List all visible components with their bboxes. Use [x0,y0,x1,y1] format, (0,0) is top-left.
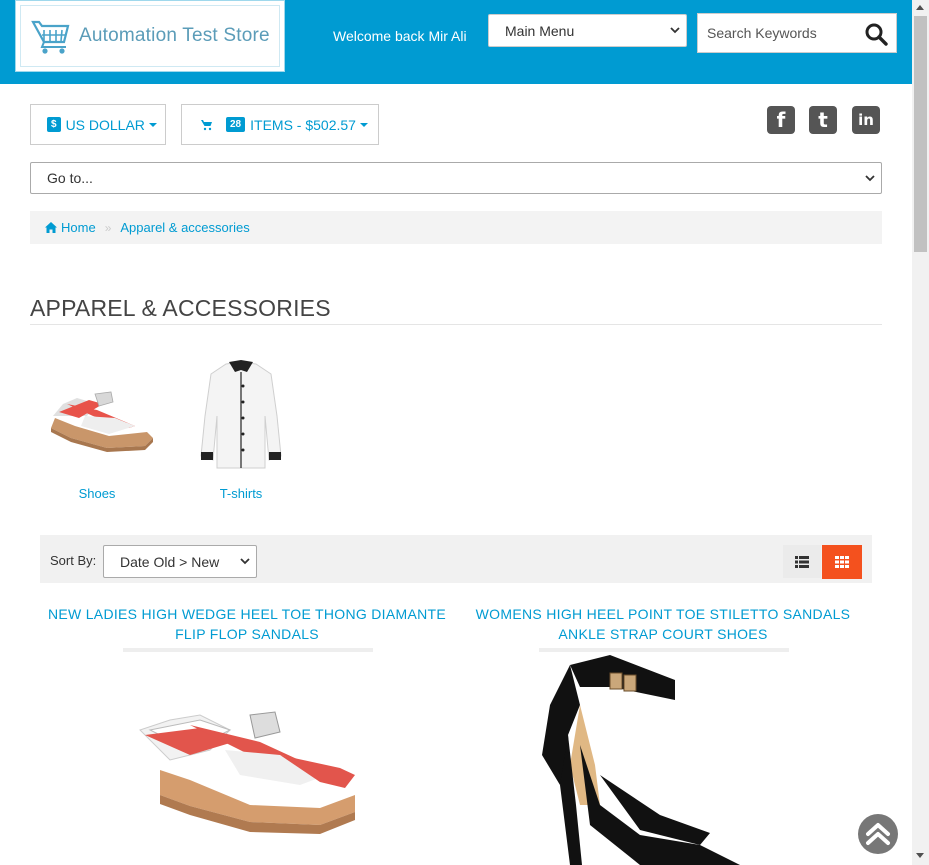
sort-by-label: Sort By: [50,553,97,568]
scroll-up-arrow-icon[interactable] [916,5,924,10]
chevron-down-icon [670,27,680,34]
list-view-button[interactable] [783,545,821,578]
main-menu-select[interactable]: Main Menu [488,14,687,47]
currency-label: US DOLLAR [65,116,145,133]
list-view-icon [795,555,809,568]
product-title-link[interactable]: WOMENS HIGH HEEL POINT TOE STILETTO SAND… [463,604,863,644]
goto-label: Go to... [47,170,93,186]
back-to-top-button[interactable] [858,814,898,854]
search-box [697,13,897,53]
grid-view-button[interactable] [822,545,862,579]
title-divider [30,324,882,325]
product-title-link[interactable]: NEW LADIES HIGH WEDGE HEEL TOE THONG DIA… [47,604,447,644]
product-image[interactable] [130,700,370,850]
product-divider [123,648,373,652]
linkedin-icon[interactable]: in [852,106,880,134]
currency-dropdown[interactable]: $ US DOLLAR [30,104,166,145]
breadcrumb-separator-icon: » [104,220,112,235]
cart-total-label: ITEMS - $502.57 [250,116,356,133]
tshirts-thumbnail[interactable] [181,356,301,476]
store-logo[interactable]: Automation Test Store [15,0,285,72]
search-input[interactable] [707,25,857,41]
goto-select[interactable]: Go to... [30,162,882,194]
welcome-message[interactable]: Welcome back Mir Ali [333,28,467,44]
chevron-up-icon [866,823,890,845]
chevron-down-icon [240,558,250,565]
breadcrumb-home-link[interactable]: Home [61,220,96,235]
subcategory-shoes-label[interactable]: Shoes [37,486,157,501]
currency-symbol-badge: $ [47,117,61,132]
subcategory-tshirts-label[interactable]: T-shirts [181,486,301,501]
caret-down-icon [359,122,368,127]
product-title-line: FLIP FLOP SANDALS [175,626,319,642]
cart-icon [201,119,212,130]
shoes-thumbnail[interactable] [37,356,157,476]
main-menu-label: Main Menu [505,22,575,39]
product-title-line: WOMENS HIGH HEEL POINT TOE STILETTO SAND… [475,606,851,622]
wedge-sandal-image [51,391,153,452]
cart-dropdown[interactable]: 28 ITEMS - $502.57 [181,104,379,145]
sort-select[interactable]: Date Old > New [103,545,257,578]
facebook-icon[interactable]: f [767,106,795,134]
cart-count-badge: 28 [226,117,246,132]
product-image[interactable] [540,655,780,865]
site-header: Automation Test Store Welcome back Mir A… [0,0,912,84]
page-scrollbar[interactable] [912,0,929,865]
subcategory-tshirts[interactable]: T-shirts [181,356,301,501]
chevron-down-icon [865,175,875,182]
breadcrumb-current-link[interactable]: Apparel & accessories [120,220,249,235]
twitter-icon[interactable]: t [809,106,837,134]
product-title-line: ANKLE STRAP COURT SHOES [558,626,768,642]
sort-selected-value: Date Old > New [120,553,220,570]
page-title: APPAREL & ACCESSORIES [30,295,331,321]
grid-view-icon [835,556,849,568]
home-icon [45,222,57,233]
breadcrumb: Home » Apparel & accessories [30,211,882,244]
shopping-cart-logo-icon [31,20,70,54]
sort-toolbar: Sort By: Date Old > New [40,535,872,583]
shirt-image [200,360,282,469]
store-name: Automation Test Store [79,25,270,46]
product-title-line: NEW LADIES HIGH WEDGE HEEL TOE THONG DIA… [47,606,447,622]
scrollbar-thumb[interactable] [914,16,927,252]
search-icon[interactable] [864,22,888,46]
caret-down-icon [148,122,157,127]
subcategory-shoes[interactable]: Shoes [37,356,157,501]
scroll-down-arrow-icon[interactable] [916,853,924,858]
product-divider [539,648,789,652]
